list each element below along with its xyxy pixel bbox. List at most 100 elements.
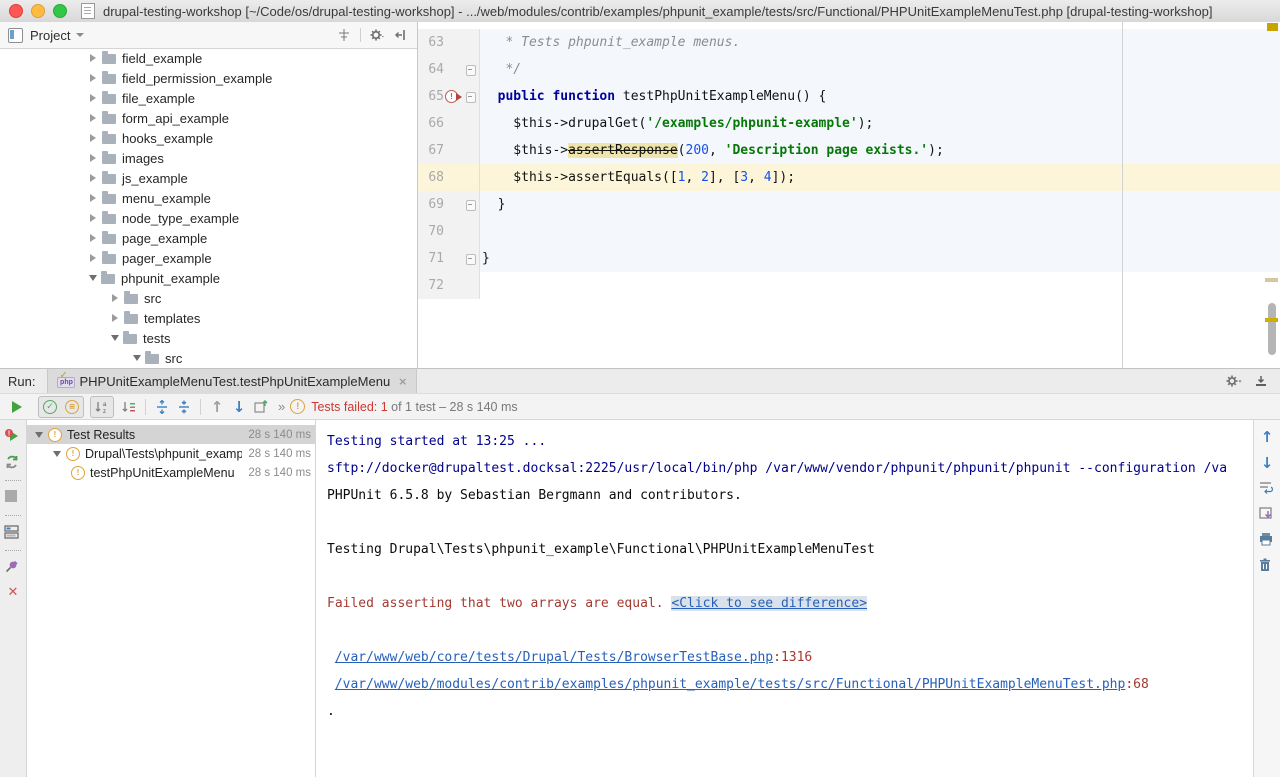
gear-icon[interactable]	[1222, 371, 1244, 391]
project-tree-item[interactable]: form_api_example	[0, 108, 417, 128]
previous-failed-test-button[interactable]: ↑	[206, 397, 228, 417]
chevron-right-icon[interactable]	[90, 194, 96, 202]
chevron-right-icon[interactable]	[90, 234, 96, 242]
run-test-button[interactable]	[6, 397, 28, 417]
expand-all-button[interactable]	[151, 397, 173, 417]
code-text[interactable]	[480, 218, 1280, 245]
code-text[interactable]: $this->assertResponse(200, 'Description …	[480, 137, 1280, 164]
chevron-right-icon[interactable]	[90, 254, 96, 262]
line-number[interactable]: 68	[418, 164, 444, 191]
scroll-to-end-button[interactable]	[1258, 506, 1276, 524]
project-tree-item[interactable]: tests	[0, 328, 417, 348]
show-passed-toggle[interactable]: ✓	[39, 397, 61, 417]
chevron-right-icon[interactable]	[90, 214, 96, 222]
project-tree-item[interactable]: phpunit_example	[0, 268, 417, 288]
editor-gutter[interactable]: 67	[418, 137, 480, 164]
restore-layout-button[interactable]	[4, 524, 22, 542]
show-ignored-toggle[interactable]: ≡	[61, 397, 83, 417]
line-number[interactable]: 65	[418, 83, 444, 110]
editor-gutter[interactable]: 65!	[418, 83, 480, 110]
project-tree-item[interactable]: src	[0, 348, 417, 368]
chevron-right-icon[interactable]	[90, 114, 96, 122]
error-stripe-mark[interactable]	[1265, 278, 1278, 282]
project-panel-title[interactable]: Project	[30, 28, 70, 43]
code-text[interactable]: public function testPhpUnitExampleMenu()…	[480, 83, 1280, 110]
zoom-window-button[interactable]	[53, 4, 67, 18]
project-tree-item[interactable]: page_example	[0, 228, 417, 248]
code-text[interactable]: * Tests phpunit_example menus.	[480, 29, 1280, 56]
sort-alphabetically-toggle[interactable]: az	[91, 397, 113, 417]
code-text[interactable]: $this->assertEquals([1, 2], [3, 4]);	[480, 164, 1280, 191]
project-tree-item[interactable]: field_example	[0, 48, 417, 68]
rerun-failed-tests-button[interactable]: !	[4, 428, 22, 446]
editor-gutter[interactable]: 69	[418, 191, 480, 218]
error-stripe-mark[interactable]	[1265, 318, 1278, 322]
project-tree-item[interactable]: js_example	[0, 168, 417, 188]
console-link[interactable]: /var/www/web/modules/contrib/examples/ph…	[335, 677, 1126, 692]
project-tree-item[interactable]: node_type_example	[0, 208, 417, 228]
editor-gutter[interactable]: 68	[418, 164, 480, 191]
project-tree-item[interactable]: images	[0, 148, 417, 168]
close-window-button[interactable]	[9, 4, 23, 18]
down-the-stacktrace-button[interactable]: ↓	[1258, 454, 1276, 472]
console-link[interactable]: /var/www/web/core/tests/Drupal/Tests/Bro…	[335, 650, 773, 665]
line-number[interactable]: 67	[418, 137, 444, 164]
editor-gutter[interactable]: 66	[418, 110, 480, 137]
pin-tab-button[interactable]	[4, 559, 22, 577]
editor-gutter[interactable]: 72	[418, 272, 480, 299]
scroll-from-source-icon[interactable]	[336, 27, 352, 43]
chevron-down-icon[interactable]	[76, 33, 84, 37]
scrollbar-thumb[interactable]	[1268, 303, 1276, 355]
line-number[interactable]: 63	[418, 29, 444, 56]
chevron-right-icon[interactable]	[90, 154, 96, 162]
minimize-window-button[interactable]	[31, 4, 45, 18]
editor-gutter[interactable]: 64	[418, 56, 480, 83]
toggle-auto-test-button[interactable]	[4, 454, 22, 472]
next-failed-test-button[interactable]: ↓	[228, 397, 250, 417]
print-icon[interactable]	[1258, 532, 1276, 550]
clear-all-icon[interactable]	[1258, 558, 1276, 576]
chevron-right-icon[interactable]	[90, 54, 96, 62]
project-tree-item[interactable]: menu_example	[0, 188, 417, 208]
chevron-right-icon[interactable]	[90, 74, 96, 82]
chevron-right-icon[interactable]	[112, 294, 118, 302]
editor-gutter[interactable]: 71	[418, 245, 480, 272]
line-number[interactable]: 66	[418, 110, 444, 137]
run-tab[interactable]: php ✓ PHPUnitExampleMenuTest.testPhpUnit…	[47, 369, 417, 393]
hide-panel-icon[interactable]	[393, 27, 409, 43]
line-number[interactable]: 64	[418, 56, 444, 83]
error-stripe-summary[interactable]	[1267, 23, 1278, 31]
project-tree-item[interactable]: file_example	[0, 88, 417, 108]
project-tree-item[interactable]: templates	[0, 308, 417, 328]
fold-marker-icon[interactable]	[466, 92, 476, 103]
import-test-results-button[interactable]	[250, 397, 272, 417]
chevron-right-icon[interactable]	[90, 94, 96, 102]
chevron-right-icon[interactable]	[112, 314, 118, 322]
console-link[interactable]: <Click to see difference>	[671, 596, 867, 611]
line-number[interactable]: 72	[418, 272, 444, 299]
test-console-output[interactable]: Testing started at 13:25 ...sftp://docke…	[316, 420, 1253, 777]
project-tree-item[interactable]: pager_example	[0, 248, 417, 268]
test-tree-row[interactable]: !Test Results28 s 140 ms	[27, 425, 315, 444]
gear-icon[interactable]	[369, 27, 385, 43]
chevron-down-icon[interactable]	[111, 335, 119, 341]
close-run-panel-button[interactable]: ✕	[4, 585, 22, 603]
project-tree-item[interactable]: hooks_example	[0, 128, 417, 148]
sort-by-duration-button[interactable]	[118, 397, 140, 417]
chevron-right-icon[interactable]	[90, 174, 96, 182]
editor-scrollbar[interactable]	[1262, 22, 1280, 368]
fold-marker-icon[interactable]	[466, 65, 476, 76]
editor-gutter[interactable]: 63	[418, 29, 480, 56]
close-icon[interactable]: ×	[398, 376, 407, 387]
editor-gutter[interactable]: 70	[418, 218, 480, 245]
chevron-down-icon[interactable]	[133, 355, 141, 361]
chevron-right-icon[interactable]	[90, 134, 96, 142]
code-text[interactable]	[480, 272, 1280, 299]
line-number[interactable]: 70	[418, 218, 444, 245]
fold-marker-icon[interactable]	[466, 200, 476, 211]
code-text[interactable]: }	[480, 245, 1280, 272]
line-number[interactable]: 71	[418, 245, 444, 272]
fold-marker-icon[interactable]	[466, 254, 476, 265]
up-the-stacktrace-button[interactable]: ↑	[1258, 428, 1276, 446]
failed-test-gutter-icon[interactable]: !	[445, 90, 458, 103]
